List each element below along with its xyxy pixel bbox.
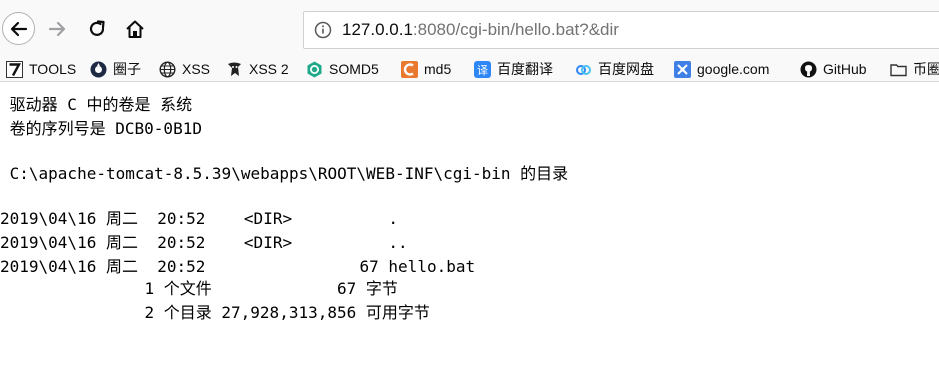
bookmark-github[interactable]: GitHub (800, 58, 867, 80)
baidu-wangpan-icon (575, 61, 592, 78)
browser-toolbar: 127.0.0.1:8080/cgi-bin/hello.bat?&dir (0, 0, 939, 55)
reload-icon (89, 20, 105, 36)
bookmark-xss2[interactable]: XSS 2 (226, 58, 289, 80)
bookmark-xss[interactable]: XSS (159, 58, 210, 80)
output-line-volume: 驱动器 C 中的卷是 系统 (0, 95, 193, 114)
forward-button[interactable] (40, 12, 74, 46)
bookmark-label: md5 (424, 61, 452, 77)
bookmark-label: 百度翻译 (497, 61, 553, 77)
back-button[interactable] (2, 12, 35, 45)
bookmark-label: 币圈 (913, 61, 939, 77)
bookmark-label: 百度网盘 (598, 61, 654, 77)
bookmark-google[interactable]: google.com (674, 58, 769, 80)
url-text[interactable]: 127.0.0.1:8080/cgi-bin/hello.bat?&dir (342, 20, 619, 40)
globe-icon (159, 60, 176, 78)
output-line-serial: 卷的序列号是 DCB0-0B1D (0, 119, 202, 138)
xss2-icon (226, 61, 243, 78)
url-path: :8080/cgi-bin/hello.bat?&dir (412, 20, 619, 39)
output-line-dir-parent: 2019\04\16 周二 20:52 <DIR> .. (0, 233, 408, 252)
bookmark-md5[interactable]: md5 (401, 58, 451, 80)
output-line-file-hello: 2019\04\16 周二 20:52 67 hello.bat (0, 257, 476, 276)
output-line-dir-current: 2019\04\16 周二 20:52 <DIR> . (0, 209, 399, 228)
output-line-file-count: 1 个文件 67 字节 (0, 279, 398, 298)
bookmark-label: SOMD5 (329, 61, 379, 77)
forward-arrow-icon (48, 21, 66, 37)
google-icon (674, 60, 691, 78)
bookmark-folder[interactable]: 币圈 (890, 58, 939, 80)
output-line-directory: C:\apache-tomcat-8.5.39\webapps\ROOT\WEB… (0, 164, 569, 183)
bookmark-label: XSS 2 (249, 61, 289, 77)
home-button[interactable] (118, 12, 152, 46)
tools-icon (6, 60, 23, 78)
bookmark-baidu-wangpan[interactable]: 百度网盘 (575, 58, 654, 80)
folder-icon (890, 61, 907, 78)
somd5-icon (306, 61, 323, 78)
output-line-dir-count: 2 个目录 27,928,313,856 可用字节 (0, 303, 430, 322)
bookmark-label: 圈子 (113, 61, 141, 77)
md5-icon (401, 60, 418, 78)
bookmark-tools[interactable]: TOOLS (6, 58, 76, 80)
quanzi-icon (90, 61, 107, 78)
bookmark-somd5[interactable]: SOMD5 (306, 58, 379, 80)
svg-text:译: 译 (477, 64, 488, 77)
site-info-icon[interactable] (304, 12, 342, 48)
reload-button[interactable] (80, 12, 114, 46)
bookmark-label: XSS (182, 61, 211, 77)
back-arrow-icon (10, 21, 27, 36)
page-content: 驱动器 C 中的卷是 系统 卷的序列号是 DCB0-0B1D C:\apache… (0, 82, 939, 366)
bookmark-label: GitHub (823, 61, 867, 77)
bookmark-label: google.com (697, 61, 770, 77)
github-icon (800, 61, 817, 78)
url-host: 127.0.0.1 (342, 20, 413, 39)
home-icon (126, 20, 144, 38)
bookmark-quanzi[interactable]: 圈子 (90, 58, 141, 80)
baidu-fanyi-icon: 译 (474, 60, 491, 78)
address-bar[interactable]: 127.0.0.1:8080/cgi-bin/hello.bat?&dir (303, 11, 939, 49)
bookmarks-toolbar: TOOLS 圈子 XSS XSS 2 SOMD5 md5 译 百度翻译 百度网盘… (0, 55, 939, 82)
bookmark-baidu-fanyi[interactable]: 译 百度翻译 (474, 58, 553, 80)
bookmark-label: TOOLS (29, 61, 77, 77)
